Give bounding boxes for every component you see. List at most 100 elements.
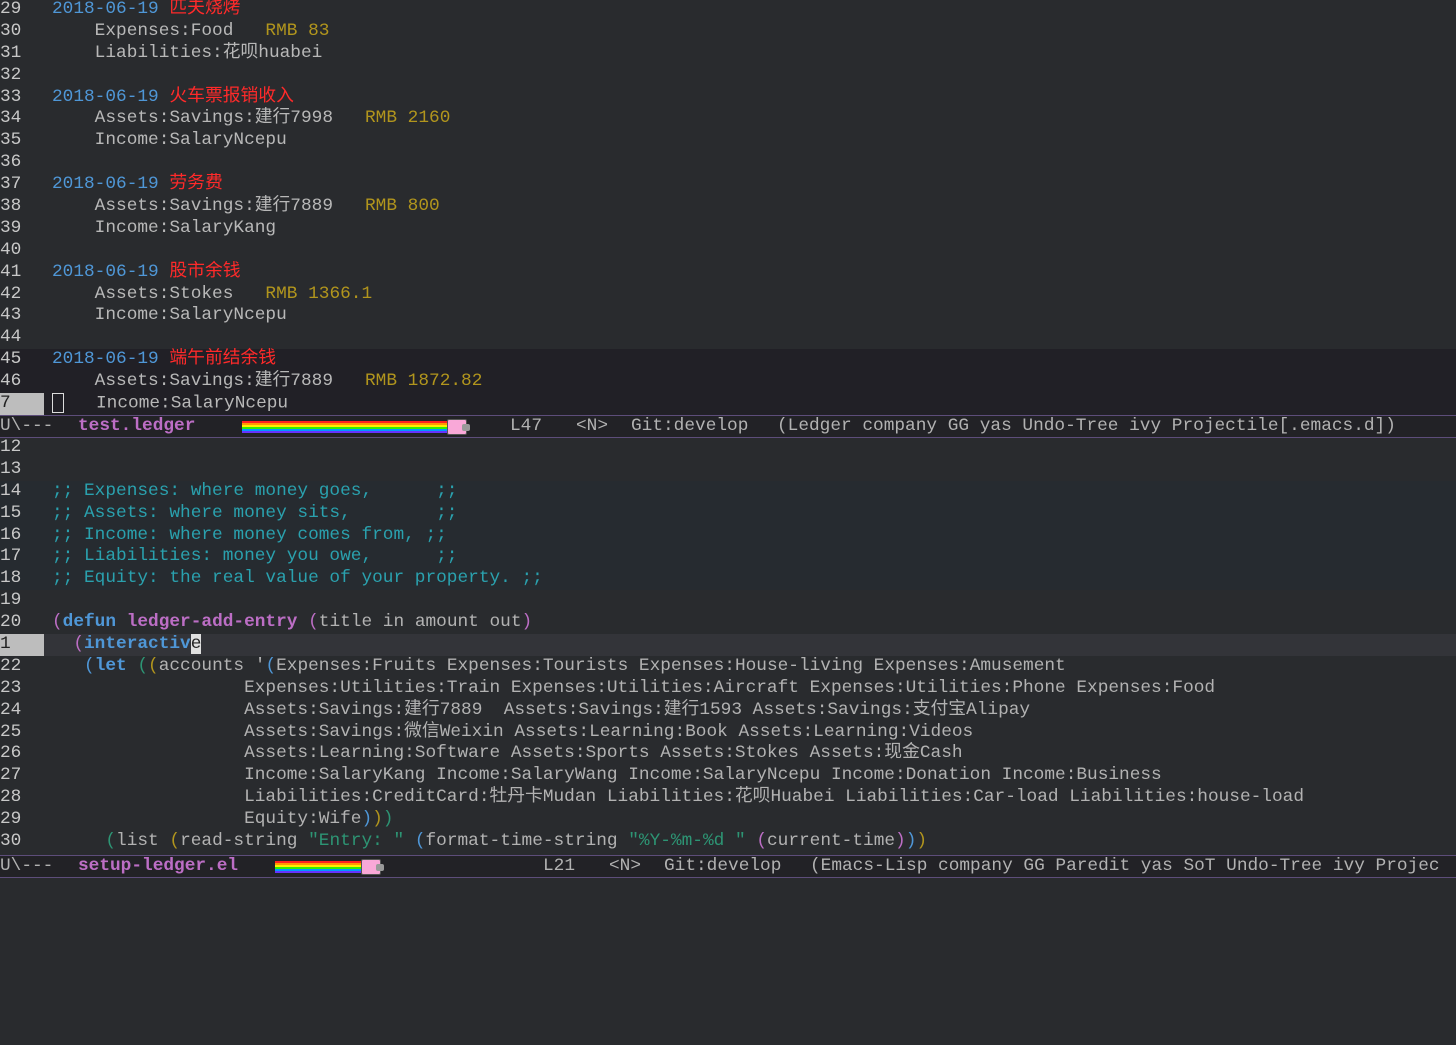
code-line[interactable]: 19 <box>0 590 1456 612</box>
code-line[interactable]: 1 (interactive <box>0 634 1456 656</box>
token-plain: Assets:Savings:建行7889 Assets:Savings:建行1… <box>52 699 1031 720</box>
code-line[interactable]: 16 ;; Income: where money comes from, ;; <box>0 524 1456 547</box>
nyan-progress-bar[interactable] <box>275 861 361 873</box>
code-line[interactable]: 29 Equity:Wife))) <box>0 809 1456 831</box>
code-line[interactable]: 22 (let ((accounts '(Expenses:Fruits Exp… <box>0 656 1456 678</box>
code-line[interactable]: 15 ;; Assets: where money sits, ;; <box>0 502 1456 525</box>
vc-branch[interactable]: Git:develop <box>631 416 748 437</box>
line-number: 15 <box>0 502 22 523</box>
token-amt: RMB 1366.1 <box>254 283 373 304</box>
code-line[interactable]: 45 2018-06-19 端午前结余钱 <box>0 349 1456 372</box>
code-line[interactable]: 27 Income:SalaryKang Income:SalaryWang I… <box>0 765 1456 787</box>
code-line[interactable]: 30 Expenses:Food RMB 83 <box>0 21 1456 43</box>
code-line[interactable]: 17 ;; Liabilities: money you owe, ;; <box>0 546 1456 569</box>
line-number: 31 <box>0 42 22 63</box>
token-kw: interactiv <box>84 634 191 655</box>
cursor: e <box>190 634 202 655</box>
nyan-progress-bar[interactable] <box>242 421 447 433</box>
token-str: "Entry: " <box>308 831 405 852</box>
code-line[interactable]: 38 Assets:Savings:建行7889 RMB 800 <box>0 196 1456 218</box>
token-plain: accounts ' <box>158 655 266 676</box>
code-line[interactable]: 18 ;; Equity: the real value of your prop… <box>0 568 1456 591</box>
token-plain: Assets:Learning:Software Assets:Sports A… <box>52 743 963 764</box>
code-text: ;; Liabilities: money you owe, ;; <box>52 546 457 568</box>
code-line[interactable]: 37 2018-06-19 劳务费 <box>0 174 1456 196</box>
code-line[interactable]: 32 <box>0 65 1456 87</box>
nyan-cat-icon <box>447 419 470 435</box>
code-line[interactable]: 41 2018-06-19 股市余钱 <box>0 262 1456 284</box>
code-line[interactable]: 28 Liabilities:CreditCard:牡丹卡Mudan Liabi… <box>0 787 1456 809</box>
token-p4: ( <box>169 831 181 852</box>
code-line[interactable]: 25 Assets:Savings:微信Weixin Assets:Learni… <box>0 722 1456 744</box>
line-number: 25 <box>0 721 22 742</box>
token-plain: format-time-string <box>425 831 629 852</box>
line-number: 18 <box>0 568 22 589</box>
minor-modes[interactable]: (Ledger company GG yas Undo-Tree ivy Pro… <box>777 416 1396 437</box>
code-line[interactable]: 36 <box>0 152 1456 174</box>
editor-pane-test-ledger[interactable]: 29 2018-06-19 匹夫烧烤 30 Expenses:Food RMB 83… <box>0 0 1456 415</box>
buffer-name[interactable]: setup-ledger.el <box>78 856 238 877</box>
code-text: (interactive <box>52 634 202 656</box>
code-line[interactable]: 24 Assets:Savings:建行7889 Assets:Savings:… <box>0 700 1456 722</box>
code-text: ;; Income: where money comes from, ;; <box>52 525 447 547</box>
line-number: 22 <box>0 655 22 676</box>
editor-pane-setup-ledger[interactable]: 12 13 14;; Expenses: where money goes, ;; 1… <box>0 437 1456 853</box>
line-number: 46 <box>0 371 22 392</box>
code-text: Income:SalaryNcepu <box>52 393 288 416</box>
minor-modes[interactable]: (Emacs-Lisp company GG Paredit yas SoT U… <box>810 856 1440 877</box>
code-text: (defun ledger-add-entry (title in amount… <box>52 612 532 634</box>
token-title: 股市余钱 <box>169 261 241 282</box>
token-p1: ( <box>73 634 85 655</box>
evil-state: <N> <box>609 856 642 876</box>
code-line[interactable]: 13 <box>0 459 1456 481</box>
line-indicator: L47 <box>510 416 543 436</box>
code-line[interactable]: 46 Assets:Savings:建行7889 RMB 1872.82 <box>0 371 1456 394</box>
code-line[interactable]: 29 2018-06-19 匹夫烧烤 <box>0 0 1456 21</box>
code-line[interactable]: 23 Expenses:Utilities:Train Expenses:Uti… <box>0 678 1456 700</box>
token-comment: ;; Income: where money comes from, ;; <box>52 524 447 545</box>
buffer-name[interactable]: test.ledger <box>78 416 195 437</box>
code-line[interactable]: 44 <box>0 327 1456 349</box>
code-text: Income:SalaryNcepu <box>52 130 287 152</box>
code-line[interactable]: 42 Assets:Stokes RMB 1366.1 <box>0 284 1456 306</box>
token-acct: Assets:Savings:建行7889 <box>52 196 355 217</box>
code-line[interactable]: 14 ;; Expenses: where money goes, ;; <box>0 480 1456 503</box>
line-number: 45 <box>0 349 22 370</box>
token-acct: Assets:Stokes <box>52 283 255 304</box>
token-plain: read-string <box>180 831 309 852</box>
code-line[interactable]: 35 Income:SalaryNcepu <box>0 130 1456 152</box>
code-line[interactable]: 33 2018-06-19 火车票报销收入 <box>0 87 1456 109</box>
code-line[interactable]: 40 <box>0 240 1456 262</box>
line-number: 17 <box>0 546 22 567</box>
vc-branch[interactable]: Git:develop <box>664 856 781 877</box>
token-acct: Liabilities:花呗huabei <box>52 42 323 63</box>
line-number: 20 <box>0 612 22 633</box>
code-line[interactable]: 43 Income:SalaryNcepu <box>0 305 1456 327</box>
code-line[interactable]: 31 Liabilities:花呗huabei <box>0 43 1456 65</box>
token-title: 火车票报销收入 <box>169 86 294 107</box>
line-number: 26 <box>0 743 22 764</box>
code-line[interactable]: 12 <box>0 437 1456 459</box>
token-amt: RMB 800 <box>354 196 440 217</box>
code-text: Income:SalaryNcepu <box>52 305 287 327</box>
line-number: 38 <box>0 196 22 217</box>
token-comment: ;; Equity: the real value of your proper… <box>52 568 543 589</box>
code-line[interactable]: 7 Income:SalaryNcepu <box>0 393 1456 415</box>
code-text: ;; Equity: the real value of your proper… <box>52 568 543 590</box>
code-line[interactable]: 39 Income:SalaryKang <box>0 218 1456 240</box>
token-plain: Expenses:Utilities:Train Expenses:Utilit… <box>52 677 1216 698</box>
token-acct: Assets:Savings:建行7889 <box>52 371 355 392</box>
line-number: 1 <box>0 634 44 656</box>
code-text: Assets:Savings:建行7889 RMB 1872.82 <box>52 371 483 393</box>
code-text: Equity:Wife))) <box>52 809 393 831</box>
code-line[interactable]: 34 Assets:Savings:建行7998 RMB 2160 <box>0 108 1456 130</box>
code-line[interactable]: 20 (defun ledger-add-entry (title in amou… <box>0 612 1456 634</box>
code-text: Assets:Stokes RMB 1366.1 <box>52 284 372 306</box>
token-title: 端午前结余钱 <box>169 349 277 370</box>
line-number: 43 <box>0 305 22 326</box>
code-line[interactable]: 26 Assets:Learning:Software Assets:Sport… <box>0 743 1456 765</box>
mode-line-top: U\--- test.ledger L47 <N> Git:develop (L… <box>0 415 1456 438</box>
code-line[interactable]: 30 (list (read-string "Entry: " (format-… <box>0 831 1456 853</box>
